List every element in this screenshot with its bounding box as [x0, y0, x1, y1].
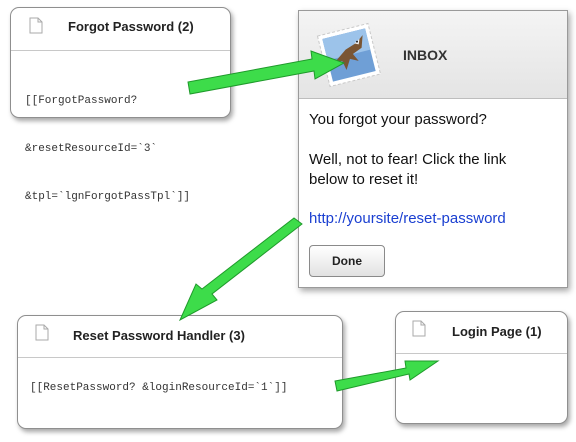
- arrow-link-to-reset: [178, 217, 303, 322]
- arrow-forgot-to-inbox: [187, 50, 346, 95]
- arrow-reset-to-login: [334, 360, 440, 392]
- flow-arrows: [178, 50, 440, 392]
